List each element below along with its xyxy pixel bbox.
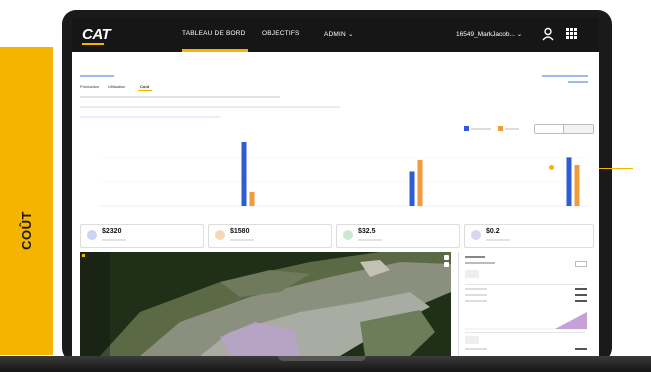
- truck-thumbnail-2: [465, 336, 479, 344]
- legend-label-2: [504, 127, 519, 130]
- kpi-icon-4: [471, 230, 481, 240]
- kpi-value-1: $2320: [102, 228, 122, 235]
- mini-area-chart: [465, 312, 587, 330]
- info-line: [80, 116, 220, 118]
- kpi-icon-1: [87, 230, 97, 240]
- side-label-text: COÛT: [18, 210, 34, 250]
- panel-row-value-3: [575, 300, 587, 302]
- kpi-card-1[interactable]: $2320: [80, 224, 204, 248]
- chart-bar-s2-c2[interactable]: [417, 159, 423, 206]
- kpi-cards: $2320 $1580 $32.5 $0.2: [80, 224, 594, 248]
- panel-row-value-1: [575, 288, 587, 290]
- chart-bar-s1-c1[interactable]: [241, 142, 247, 206]
- app-screen: CAT TABLEAU DE BORD OBJECTIFS ADMIN ⌄ 16…: [72, 18, 599, 356]
- callout-dot: [549, 165, 554, 170]
- map-zoom-in-icon[interactable]: [444, 255, 449, 260]
- panel-divider: [465, 284, 585, 285]
- cat-logo[interactable]: CAT: [82, 26, 111, 43]
- map-marker: [82, 254, 85, 257]
- panel-divider-2: [465, 332, 585, 333]
- view-toggle[interactable]: [534, 124, 594, 134]
- cost-bar-chart: [100, 142, 590, 207]
- user-menu[interactable]: 16549_MarkJacob... ⌄: [456, 30, 522, 38]
- legend-swatch-1: [464, 126, 469, 131]
- tab-utilisation[interactable]: Utilisation: [108, 84, 125, 89]
- date-range-line: [80, 96, 280, 98]
- chart-bar-s2-c1[interactable]: [249, 191, 255, 206]
- kpi-label-4: [486, 239, 510, 241]
- download-link[interactable]: [568, 81, 588, 83]
- site-aerial-map[interactable]: [80, 252, 451, 356]
- kpi-label-3: [358, 239, 382, 241]
- tab-active-indicator: [138, 90, 152, 91]
- details-panel: [458, 252, 593, 356]
- kpi-card-4[interactable]: $0.2: [464, 224, 594, 248]
- kpi-label-1: [102, 239, 126, 241]
- toggle-option-2[interactable]: [564, 125, 593, 133]
- nav-admin[interactable]: ADMIN ⌄: [324, 30, 354, 38]
- side-label: COÛT: [8, 200, 44, 260]
- toggle-option-1[interactable]: [535, 125, 564, 133]
- chart-legend: [464, 126, 519, 131]
- panel-row-value-2: [575, 294, 587, 296]
- breadcrumb-link[interactable]: [80, 75, 114, 77]
- kpi-icon-2: [215, 230, 225, 240]
- nav-dashboard[interactable]: TABLEAU DE BORD: [182, 30, 246, 37]
- filter-row[interactable]: [80, 106, 340, 108]
- panel-row-value-4: [575, 348, 587, 350]
- kpi-card-2[interactable]: $1580: [208, 224, 332, 248]
- aerial-imagery: [80, 252, 451, 356]
- nav-active-indicator: [182, 49, 248, 52]
- legend-swatch-2: [497, 126, 503, 131]
- logo-underline: [82, 43, 104, 45]
- nav-objectives[interactable]: OBJECTIFS: [262, 30, 300, 37]
- panel-row-label-3: [465, 300, 487, 302]
- kpi-value-3: $32.5: [358, 228, 376, 235]
- panel-row-label-2: [465, 294, 487, 296]
- kpi-card-3[interactable]: $32.5: [336, 224, 460, 248]
- tab-cost[interactable]: Coût: [140, 84, 149, 89]
- filter-icon[interactable]: [575, 261, 587, 267]
- apps-grid-icon[interactable]: [566, 28, 577, 39]
- panel-title: [465, 256, 485, 258]
- laptop-notch: [278, 356, 366, 361]
- panel-filter[interactable]: [465, 262, 495, 264]
- share-link[interactable]: [542, 75, 588, 77]
- truck-thumbnail: [465, 270, 479, 278]
- tab-production[interactable]: Production: [80, 84, 99, 89]
- legend-label-1: [471, 127, 491, 130]
- user-icon[interactable]: [542, 27, 554, 41]
- kpi-value-2: $1580: [230, 228, 250, 235]
- chart-bar-s2-c3[interactable]: [574, 165, 580, 206]
- chart-bar-s1-c2[interactable]: [409, 171, 415, 206]
- kpi-value-4: $0.2: [486, 228, 500, 235]
- panel-row-label-1: [465, 288, 487, 290]
- panel-row-label-4: [465, 348, 487, 350]
- kpi-label-2: [230, 239, 254, 241]
- top-navbar: CAT TABLEAU DE BORD OBJECTIFS ADMIN ⌄ 16…: [72, 18, 599, 52]
- map-layers-icon[interactable]: [444, 262, 449, 267]
- kpi-icon-3: [343, 230, 353, 240]
- chart-bar-s1-c3[interactable]: [566, 157, 572, 206]
